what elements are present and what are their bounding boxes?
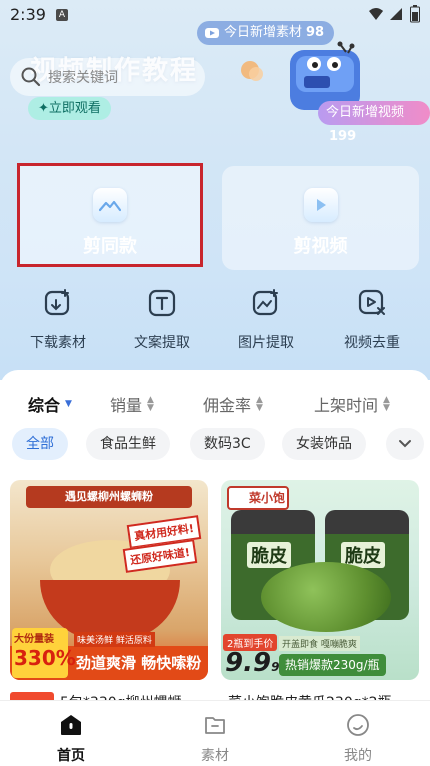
search-input[interactable]: 搜索关键词 bbox=[10, 58, 205, 96]
product-weight: 330% bbox=[14, 646, 76, 670]
nav-label: 首页 bbox=[57, 748, 85, 764]
tool-download-material[interactable]: 下载素材 bbox=[8, 288, 108, 352]
bottom-navigation: 首页 素材 我的 bbox=[0, 700, 430, 766]
feature-card-cut-same[interactable]: 剪同款 bbox=[17, 163, 203, 267]
video-icon bbox=[205, 28, 219, 38]
sort-comprehensive[interactable]: 综合 ▼ bbox=[28, 392, 72, 416]
product-sub-badge: 开盖即食 嘎嘣脆爽 bbox=[279, 636, 360, 651]
new-video-label: 今日新增视频 bbox=[326, 105, 405, 120]
status-time: 2:39 bbox=[10, 5, 46, 24]
product-card-pickle[interactable]: 脆皮 脆皮 菜小饱 2瓶到手价 9.99 开盖即食 嘎嘣脆爽 热销爆款230g/… bbox=[221, 480, 419, 680]
nav-label: 我的 bbox=[344, 748, 372, 764]
notification-icon: A bbox=[56, 9, 68, 21]
battery-icon bbox=[410, 5, 420, 23]
nav-label: 素材 bbox=[201, 748, 229, 764]
video-dedup-icon bbox=[358, 289, 385, 315]
chip-food[interactable]: 食品生鲜 bbox=[86, 428, 170, 460]
image-extract-icon bbox=[252, 289, 278, 316]
feature-card-edit-video[interactable]: 剪视频 bbox=[222, 166, 419, 270]
profile-icon bbox=[347, 714, 369, 736]
product-price: 9.99 bbox=[225, 648, 279, 678]
brand-logo: 菜小饱 bbox=[227, 486, 289, 510]
search-icon bbox=[21, 67, 41, 87]
sort-arrows-icon: ▲ ▼ bbox=[383, 395, 390, 413]
tool-label: 视频去重 bbox=[344, 335, 400, 351]
watch-now-button[interactable]: ✦立即观看 bbox=[28, 97, 111, 120]
price-main: 9.9 bbox=[225, 648, 272, 678]
tool-image-extract[interactable]: 图片提取 bbox=[216, 288, 316, 352]
tool-video-dedup[interactable]: 视频去重 bbox=[322, 288, 422, 352]
nav-home[interactable]: 首页 bbox=[31, 713, 111, 765]
download-material-icon bbox=[44, 289, 70, 316]
hot-sale-badge: 热销爆款230g/瓶 bbox=[279, 654, 386, 676]
sort-label: 上架时间 bbox=[314, 396, 379, 415]
nav-profile[interactable]: 我的 bbox=[318, 713, 398, 765]
product-image-banner: 遇见螺柳州螺蛳粉 bbox=[26, 486, 192, 508]
pickle-illustration bbox=[261, 562, 391, 632]
chip-women-fashion[interactable]: 女装饰品 bbox=[282, 428, 366, 460]
tools-row: 下载素材 文案提取 图片提取 视频去重 bbox=[0, 288, 430, 358]
text-extract-icon bbox=[148, 289, 176, 317]
chip-digital[interactable]: 数码3C bbox=[190, 428, 265, 460]
new-video-count: 199 bbox=[329, 129, 357, 144]
home-icon bbox=[61, 715, 81, 735]
caret-down-icon: ▼ bbox=[65, 399, 72, 409]
sort-arrows-icon: ▲ ▼ bbox=[256, 395, 263, 413]
tool-label: 下载素材 bbox=[30, 335, 86, 351]
sort-sales[interactable]: 销量 ▲ ▼ bbox=[110, 392, 154, 416]
sort-label: 综合 bbox=[28, 396, 61, 415]
play-icon bbox=[303, 188, 338, 222]
sort-arrows-icon: ▲ ▼ bbox=[147, 395, 154, 413]
chip-all[interactable]: 全部 bbox=[12, 428, 68, 460]
feature-label-edit-video: 剪视频 bbox=[293, 236, 348, 257]
sort-bar: 综合 ▼ 销量 ▲ ▼ 佣金率 ▲ ▼ 上架时间 ▲ ▼ bbox=[0, 392, 430, 418]
sort-list-time[interactable]: 上架时间 ▲ ▼ bbox=[314, 392, 390, 416]
expand-categories-button[interactable] bbox=[386, 428, 424, 460]
sort-commission[interactable]: 佣金率 ▲ ▼ bbox=[203, 392, 263, 416]
nav-material[interactable]: 素材 bbox=[175, 713, 255, 765]
product-feed: 综合 ▼ 销量 ▲ ▼ 佣金率 ▲ ▼ 上架时间 ▲ ▼ 全部 食品生鲜 数码3C 女… bbox=[0, 370, 430, 708]
sort-label: 佣金率 bbox=[203, 396, 252, 415]
signal-icon bbox=[390, 8, 402, 20]
sort-label: 销量 bbox=[110, 396, 143, 415]
mountain-image-icon bbox=[93, 188, 127, 222]
tool-label: 文案提取 bbox=[134, 335, 190, 351]
new-video-pill[interactable]: 今日新增视频 199 bbox=[318, 101, 430, 144]
feature-label-cut-same: 剪同款 bbox=[83, 236, 137, 257]
tool-label: 图片提取 bbox=[238, 335, 294, 351]
jar-label: 脆皮 bbox=[247, 542, 291, 568]
tool-text-extract[interactable]: 文案提取 bbox=[112, 288, 212, 352]
wifi-icon bbox=[369, 8, 383, 20]
category-chips: 全部 食品生鲜 数码3C 女装饰品 bbox=[0, 428, 430, 462]
search-placeholder: 搜索关键词 bbox=[48, 70, 118, 86]
folder-icon bbox=[205, 717, 225, 734]
chevron-down-icon bbox=[399, 440, 411, 448]
product-note: 味美汤鲜 鲜活原料 bbox=[74, 632, 155, 647]
product-slogan: 劲道爽滑 畅快嗦粉 bbox=[76, 654, 202, 672]
product-card-luosifen[interactable]: 遇见螺柳州螺蛳粉 真材用好料! 还原好味道! 大份量装 330% 味美汤鲜 鲜活… bbox=[10, 480, 208, 680]
price-caption: 大份量装 bbox=[14, 634, 54, 645]
